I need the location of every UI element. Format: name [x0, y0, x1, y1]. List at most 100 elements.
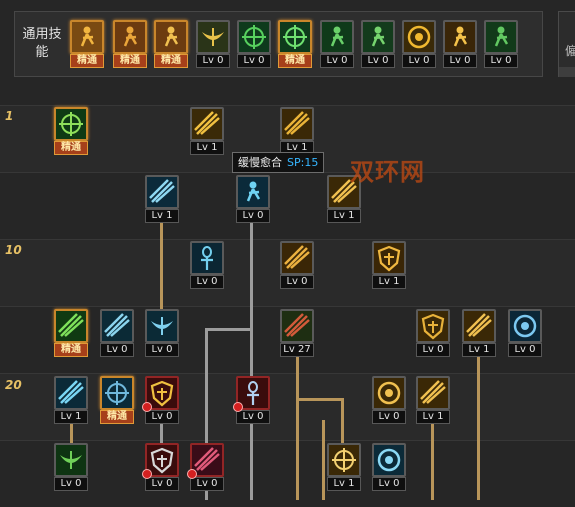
tree-skill-slot[interactable]: Lv 1	[372, 241, 406, 289]
general-skill-slot[interactable]: Lv 0	[361, 20, 395, 68]
skill-level-label: 精通	[70, 54, 104, 68]
connector-line	[296, 398, 344, 401]
general-skill-slot[interactable]: Lv 0	[402, 20, 436, 68]
skill-level-label: Lv 1	[327, 477, 361, 491]
general-skill-slot[interactable]: Lv 0	[196, 20, 230, 68]
skill-level-label: Lv 1	[54, 410, 88, 424]
tree-skill-slot[interactable]: Lv 1	[280, 107, 314, 155]
skill-level-label: Lv 0	[190, 477, 224, 491]
tree-skill-slot[interactable]: Lv 0	[372, 376, 406, 424]
skill-level-label: Lv 0	[372, 410, 406, 424]
tree-skill-slot[interactable]: Lv 0	[187, 443, 224, 491]
tree-skill-slot[interactable]: Lv 0	[416, 309, 450, 357]
locked-indicator-icon	[142, 402, 152, 412]
tree-skill-slot[interactable]: Lv 1	[327, 443, 361, 491]
general-skill-slot[interactable]: Lv 0	[443, 20, 477, 68]
sword-cross-icon	[280, 309, 314, 343]
skill-level-label: Lv 0	[236, 410, 270, 424]
general-skill-slot[interactable]: 精通	[154, 20, 188, 68]
tree-skill-slot[interactable]: Lv 0	[280, 241, 314, 289]
tree-skill-slot[interactable]: Lv 1	[190, 107, 224, 155]
tree-skill-slot[interactable]: Lv 0	[142, 376, 179, 424]
blue-swirl-icon	[372, 443, 406, 477]
tree-skill-slot[interactable]: Lv 1	[145, 175, 179, 223]
triple-blade-icon	[100, 309, 134, 343]
skill-level-label: Lv 0	[320, 54, 354, 68]
side-panel[interactable]: 僱	[558, 11, 575, 77]
general-skill-slot[interactable]: 精通	[70, 20, 104, 68]
skill-level-label: Lv 0	[190, 275, 224, 289]
document-figure-icon	[484, 20, 518, 54]
blue-mask-icon	[508, 309, 542, 343]
skill-level-label: Lv 1	[372, 275, 406, 289]
green-cross-icon	[54, 107, 88, 141]
connector-line	[205, 328, 252, 331]
general-skill-slot[interactable]: Lv 0	[320, 20, 354, 68]
skill-level-label: Lv 0	[54, 477, 88, 491]
leap-figure-icon	[320, 20, 354, 54]
green-boot-icon	[54, 443, 88, 477]
tree-skill-slot[interactable]: 精通	[54, 107, 88, 155]
skill-tooltip: 缓慢愈合 SP:15	[232, 152, 325, 173]
tree-skill-slot[interactable]: Lv 0	[233, 376, 270, 424]
tree-skill-slot[interactable]: Lv 0	[142, 443, 179, 491]
skill-level-label: Lv 1	[462, 343, 496, 357]
tree-skill-slot[interactable]: Lv 27	[280, 309, 314, 357]
connector-line	[322, 420, 325, 500]
tree-skill-slot[interactable]: Lv 0	[100, 309, 134, 357]
crosshair-burst-icon	[278, 20, 312, 54]
side-panel-strip	[559, 67, 575, 77]
tree-row	[0, 172, 575, 239]
holy-cross-icon	[327, 443, 361, 477]
skill-level-label: 精通	[278, 54, 312, 68]
locked-indicator-icon	[233, 402, 243, 412]
tree-skill-slot[interactable]: Lv 1	[462, 309, 496, 357]
general-skills-label: 通用技能	[22, 27, 62, 60]
general-skill-slot[interactable]: 精通	[278, 20, 312, 68]
spiral-bolt-icon	[54, 376, 88, 410]
tree-skill-slot[interactable]: Lv 0	[54, 443, 88, 491]
general-skill-slot[interactable]: Lv 0	[484, 20, 518, 68]
watermark: 双环网	[350, 158, 425, 186]
skill-level-label: Lv 0	[196, 54, 230, 68]
connector-line	[250, 220, 253, 500]
connector-line	[70, 424, 73, 444]
general-skill-slot[interactable]: Lv 0	[237, 20, 271, 68]
tree-skill-slot[interactable]: Lv 1	[416, 376, 450, 424]
skill-level-label: 精通	[54, 141, 88, 155]
tree-skill-slot[interactable]: Lv 0	[372, 443, 406, 491]
skill-level-label: Lv 1	[145, 209, 179, 223]
row-label-level-1: 1	[5, 109, 14, 123]
general-skill-slot[interactable]: 精通	[113, 20, 147, 68]
tree-skill-slot[interactable]: 精通	[100, 376, 134, 424]
locked-indicator-icon	[187, 469, 197, 479]
skill-level-label: Lv 0	[236, 209, 270, 223]
skill-level-label: Lv 0	[145, 343, 179, 357]
tooltip-skill-name: 缓慢愈合	[238, 156, 282, 169]
skill-level-label: Lv 0	[402, 54, 436, 68]
skill-level-label: Lv 1	[190, 141, 224, 155]
row-label-level-10: 10	[5, 243, 22, 257]
speed-dash-icon	[190, 107, 224, 141]
wings-icon	[196, 20, 230, 54]
spear-thrust-icon	[462, 309, 496, 343]
tree-skill-slot[interactable]: Lv 0	[190, 241, 224, 289]
skill-level-label: Lv 0	[508, 343, 542, 357]
skill-level-label: Lv 0	[237, 54, 271, 68]
tree-skill-slot[interactable]: Lv 0	[236, 175, 270, 223]
skill-level-label: Lv 0	[361, 54, 395, 68]
skill-level-label: Lv 0	[280, 275, 314, 289]
tree-skill-slot[interactable]: Lv 1	[54, 376, 88, 424]
lotus-figure-icon	[361, 20, 395, 54]
tree-skill-slot[interactable]: Lv 0	[145, 309, 179, 357]
eye-ring-icon	[402, 20, 436, 54]
tree-skill-slot[interactable]: Lv 0	[508, 309, 542, 357]
shield-crest-icon	[372, 241, 406, 275]
skill-level-label: 精通	[113, 54, 147, 68]
skill-level-label: 精通	[154, 54, 188, 68]
ankh-icon	[190, 241, 224, 275]
tree-skill-slot[interactable]: 精通	[54, 309, 88, 357]
claw-slash-icon	[280, 107, 314, 141]
green-feather-icon	[54, 309, 88, 343]
skill-level-label: 精通	[100, 410, 134, 424]
